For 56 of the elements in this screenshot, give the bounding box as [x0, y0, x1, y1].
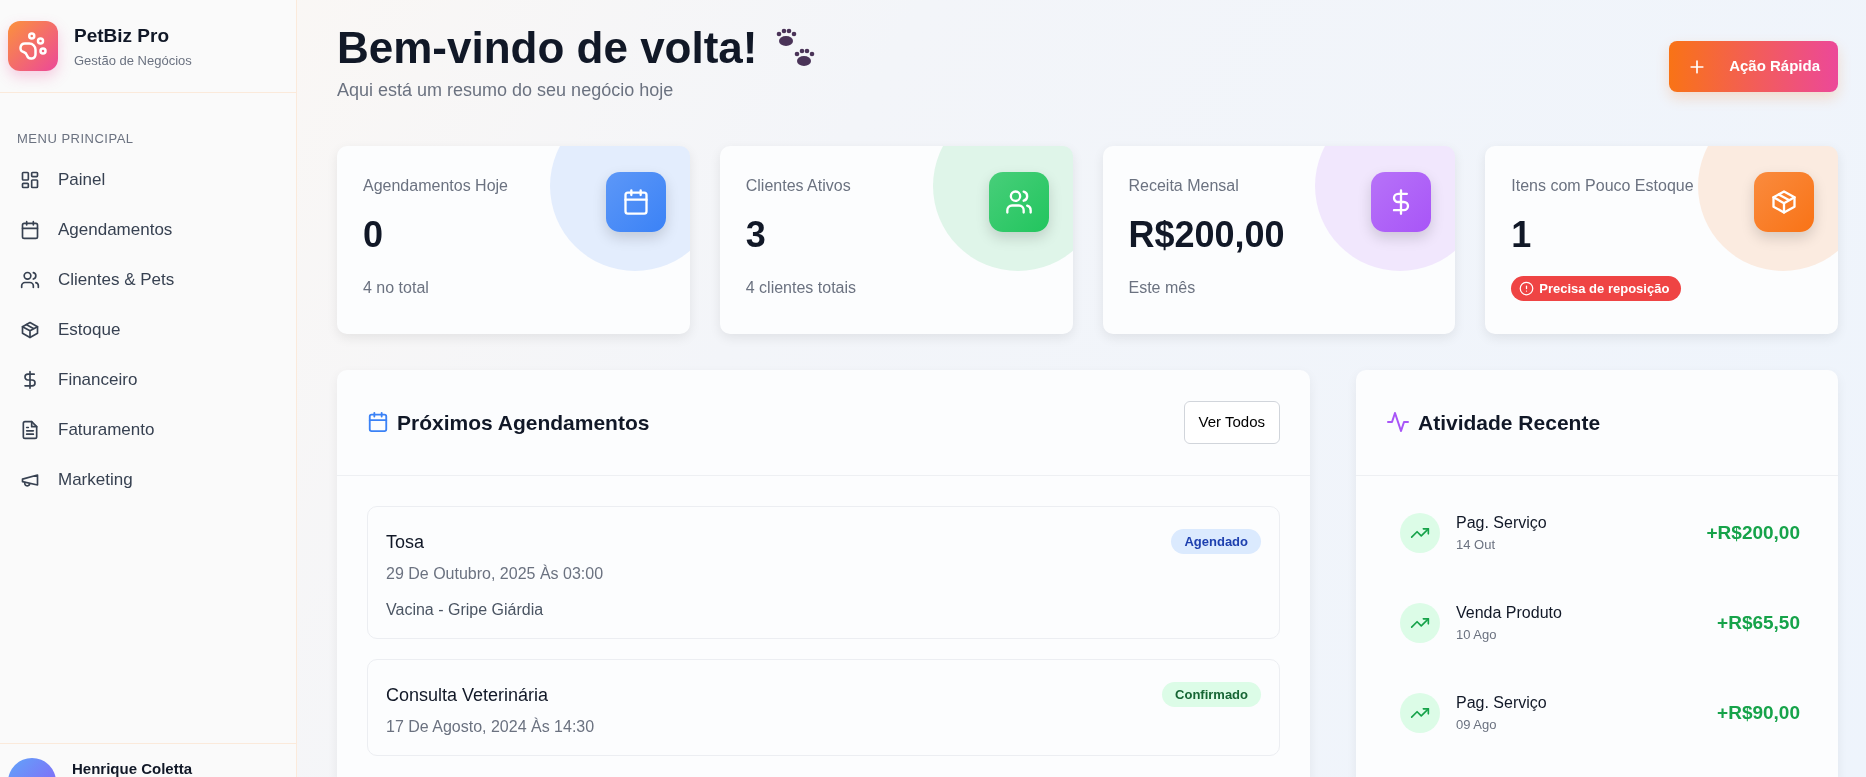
status-badge: Agendado — [1171, 528, 1261, 555]
users-icon — [20, 269, 40, 290]
stat-label: Clientes Ativos — [745, 175, 852, 196]
stat-value: 0 — [363, 212, 385, 257]
activity-label: Pag. Serviço — [1456, 693, 1548, 714]
calendar-icon — [621, 187, 650, 216]
activity-label: Venda Produto — [1456, 603, 1563, 624]
stat-value: 1 — [1511, 212, 1533, 257]
box-icon — [1770, 187, 1798, 216]
service-name: Tosa — [386, 530, 425, 554]
logo — [8, 21, 58, 71]
view-all-button[interactable]: Ver Todos — [1183, 401, 1280, 444]
brand-tagline: Gestão de Negócios — [74, 51, 192, 70]
stat-value: R$200,00 — [1128, 212, 1286, 257]
page-title: Bem-vindo de volta! — [337, 22, 758, 74]
stat-note: 4 no total — [363, 277, 430, 298]
sidebar-item[interactable]: Marketing — [0, 454, 296, 505]
panel-title: Próximos Agendamentos — [397, 409, 650, 435]
box-icon — [20, 319, 40, 340]
sidebar-item[interactable]: Estoque — [0, 304, 296, 355]
alert-icon — [1519, 281, 1535, 297]
document-icon — [20, 419, 40, 440]
status-badge: Confirmado — [1162, 681, 1261, 708]
user-name: Henrique Coletta — [72, 759, 192, 777]
grid-icon — [20, 169, 40, 190]
stat-label: Agendamentos Hoje — [363, 175, 509, 196]
menu-section-title: MENU PRINCIPAL — [16, 130, 135, 148]
stat-value: 3 — [745, 212, 767, 257]
activity-date: 14 Out — [1456, 536, 1497, 555]
stat-note: 4 clientes totais — [745, 277, 858, 298]
stat-note: Este mês — [1128, 277, 1197, 298]
calendar-icon — [20, 219, 40, 240]
calendar-icon — [367, 411, 389, 434]
appointment-detail: Vacina - Gripe Giárdia — [386, 599, 545, 620]
sidebar-item[interactable]: Clientes & Pets — [0, 254, 296, 305]
alert-badge: Precisa de reposição — [1511, 275, 1682, 302]
appointment-datetime: 29 De Outubro, 2025 Às 03:00 — [386, 563, 605, 584]
panel-title: Atividade Recente — [1418, 409, 1601, 435]
activity-date: 09 Ago — [1456, 716, 1498, 735]
page-subtitle: Aqui está um resumo do seu negócio hoje — [337, 78, 675, 102]
activity-amount: +R$200,00 — [1706, 520, 1800, 545]
sidebar-item[interactable]: Painel — [0, 154, 296, 205]
activity-date: 10 Ago — [1456, 626, 1498, 645]
brand-name: PetBiz Pro — [74, 24, 171, 48]
service-name: Consulta Veterinária — [386, 683, 549, 707]
activity-icon — [1386, 410, 1410, 435]
sidebar-item[interactable]: Financeiro — [0, 354, 296, 405]
stat-label: Receita Mensal — [1128, 175, 1240, 196]
activity-amount: +R$65,50 — [1717, 610, 1800, 635]
users-icon — [1004, 187, 1033, 216]
appointment-datetime: 17 De Agosto, 2024 Às 14:30 — [386, 716, 596, 737]
sidebar-item[interactable]: Agendamentos — [0, 204, 296, 255]
activity-label: Pag. Serviço — [1456, 513, 1548, 534]
sidebar-item[interactable]: Faturamento — [0, 404, 296, 455]
stat-label: Itens com Pouco Estoque — [1511, 175, 1695, 196]
activity-amount: +R$90,00 — [1717, 700, 1800, 725]
